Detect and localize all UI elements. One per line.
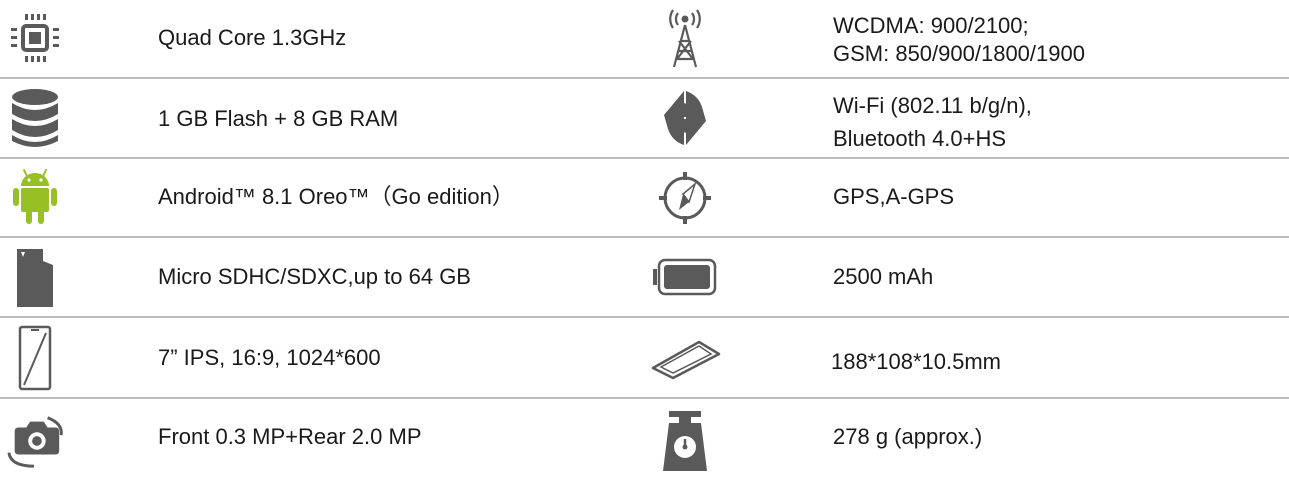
weight-spec: 278 g (approx.)	[833, 424, 983, 449]
spec-row-card-battery: Micro SDHC/SDXC,up to 64 GB 2500 mAh	[0, 238, 1289, 316]
storage-stack-icon	[5, 85, 65, 151]
device-dimensions-icon	[648, 334, 722, 384]
network-line-1: WCDMA: 900/2100;	[833, 13, 1029, 38]
storage-spec: 1 GB Flash + 8 GB RAM	[158, 106, 399, 131]
cpu-chip-icon	[5, 8, 65, 68]
compass-icon	[648, 167, 722, 229]
gps-spec: GPS,A-GPS	[833, 184, 955, 209]
phone-screen-icon	[5, 322, 65, 394]
dimensions-spec: 188*108*10.5mm	[831, 349, 1002, 374]
spec-row-camera-weight: Front 0.3 MP+Rear 2.0 MP 278 g (approx.)	[0, 399, 1289, 481]
memory-card-spec: Micro SDHC/SDXC,up to 64 GB	[158, 264, 471, 289]
wireless-arrows-icon	[648, 85, 722, 151]
battery-icon	[648, 252, 722, 302]
cell-tower-icon	[648, 8, 722, 70]
android-robot-icon	[5, 165, 65, 231]
spec-row-processor-network: Quad Core 1.3GHz WCDMA: 900/2100; GSM: 8…	[0, 0, 1289, 77]
os-spec: Android™ 8.1 Oreo™（Go edition）	[158, 184, 514, 209]
processor-spec: Quad Core 1.3GHz	[158, 25, 347, 50]
connectivity-spec: Wi-Fi (802.11 b/g/n), Bluetooth 4.0+HS	[833, 89, 1032, 155]
camera-spec: Front 0.3 MP+Rear 2.0 MP	[158, 424, 422, 449]
spec-row-os-gps: Android™ 8.1 Oreo™（Go edition） GPS,A-GPS	[0, 159, 1289, 236]
spec-row-display-dimensions: 7” IPS, 16:9, 1024*600 188*108*10.5mm	[0, 318, 1289, 397]
network-line-2: GSM: 850/900/1800/1900	[833, 41, 1085, 66]
memory-card-icon	[5, 246, 65, 310]
spec-row-storage-connectivity: 1 GB Flash + 8 GB RAM Wi-Fi (802.11 b/g/…	[0, 79, 1289, 157]
display-spec: 7” IPS, 16:9, 1024*600	[158, 345, 381, 370]
weight-scale-icon	[648, 407, 722, 475]
network-spec: WCDMA: 900/2100; GSM: 850/900/1800/1900	[833, 12, 1085, 68]
rotate-camera-icon	[5, 409, 65, 473]
connectivity-line-2: Bluetooth 4.0+HS	[833, 126, 1007, 151]
battery-spec: 2500 mAh	[833, 264, 934, 289]
connectivity-line-1: Wi-Fi (802.11 b/g/n),	[833, 93, 1032, 118]
spec-table: Quad Core 1.3GHz WCDMA: 900/2100; GSM: 8…	[0, 0, 1289, 481]
